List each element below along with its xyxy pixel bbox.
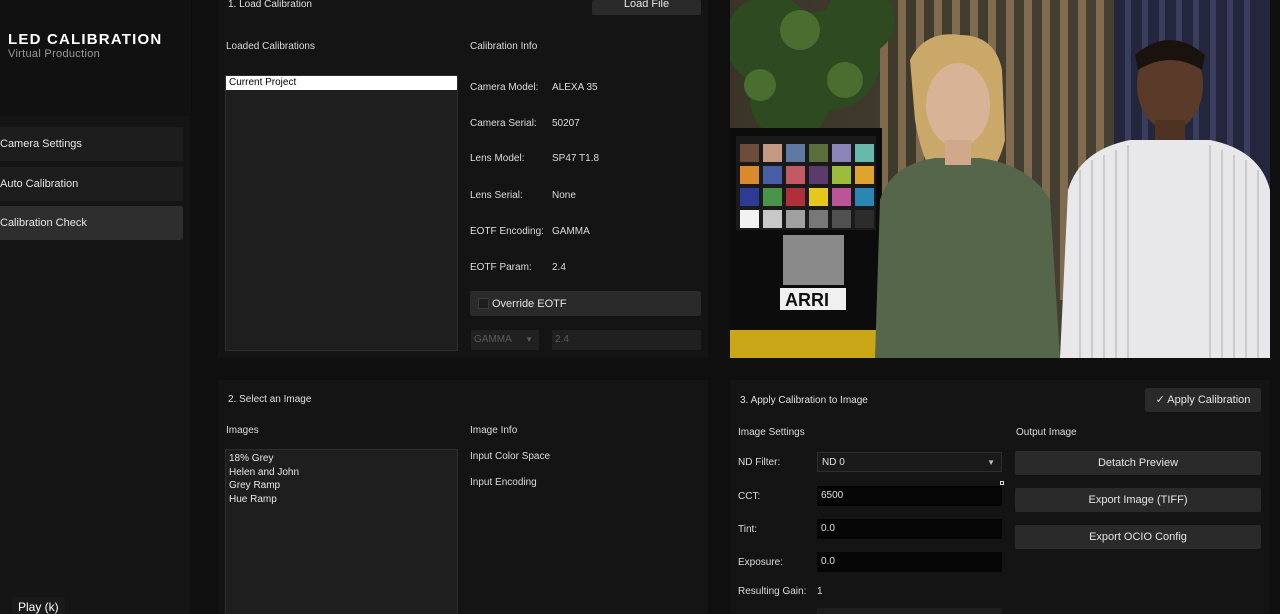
nd-filter-value: ND 0 [822, 457, 845, 468]
loaded-calibrations-list[interactable]: Current Project [225, 75, 458, 351]
camera-model-value: ALEXA 35 [552, 82, 598, 93]
chevron-down-icon: ▼ [987, 458, 995, 467]
output-image-label: Output Image [1016, 427, 1077, 438]
eotf-param-value: 2.4 [552, 262, 566, 273]
image-settings-label: Image Settings [738, 427, 805, 438]
eotf-encoding-key: EOTF Encoding: [470, 226, 544, 237]
resulting-gain-value: 1 [817, 586, 823, 597]
load-file-button[interactable]: Load File [592, 0, 701, 15]
input-encoding-label: Input Encoding [470, 477, 537, 488]
images-label: Images [226, 425, 259, 436]
camera-serial-value: 50207 [552, 118, 580, 129]
image-info-label: Image Info [470, 425, 518, 436]
loaded-calibrations-label: Loaded Calibrations [226, 41, 315, 52]
nd-filter-label: ND Filter: [738, 457, 781, 468]
exposure-input[interactable]: 0.0 [817, 552, 1002, 572]
camera-model-key: Camera Model: [470, 82, 539, 93]
detatch-preview-button[interactable]: Detatch Preview [1015, 451, 1261, 475]
eotf-param-key: EOTF Param: [470, 262, 532, 273]
arri-logo: ARRI [785, 290, 829, 310]
lens-serial-value: None [552, 190, 576, 201]
preview-image: ARRI [730, 0, 1270, 358]
load-calibration-title: 1. Load Calibration [228, 0, 312, 10]
chevron-down-icon: ▼ [525, 335, 533, 344]
calibration-info-label: Calibration Info [470, 41, 538, 52]
lens-model-value: SP47 T1.8 [552, 153, 600, 164]
cct-input[interactable]: 6500 [817, 486, 1002, 506]
list-item[interactable]: 18% Grey [226, 452, 457, 466]
images-list[interactable]: 18% Grey Helen and John Grey Ramp Hue Ra… [225, 449, 458, 614]
app-subtitle: Virtual Production [8, 48, 101, 60]
resulting-gain-label: Resulting Gain: [738, 586, 807, 597]
eotf-select-value: GAMMA [474, 334, 512, 345]
eotf-encoding-value: GAMMA [552, 226, 590, 237]
input-color-space-label: Input Color Space [470, 451, 551, 462]
tint-label: Tint: [738, 524, 758, 535]
list-item[interactable]: Current Project [226, 76, 457, 90]
tint-input[interactable]: 0.0 [817, 519, 1002, 539]
override-eotf-label: Override EOTF [492, 298, 567, 310]
exposure-label: Exposure: [738, 557, 784, 568]
list-item[interactable]: Helen and John [226, 466, 457, 480]
eotf-param-input[interactable]: 2.4 [552, 330, 701, 350]
export-ocio-button[interactable]: Export OCIO Config [1015, 525, 1261, 549]
next-field-edge [817, 608, 1002, 614]
list-item[interactable]: Grey Ramp [226, 479, 457, 493]
apply-calibration-title: 3. Apply Calibration to Image [740, 395, 868, 406]
nd-filter-select[interactable]: ND 0 ▼ [817, 452, 1002, 472]
apply-calibration-button[interactable]: ✓ Apply Calibration [1145, 388, 1261, 412]
override-eotf-checkbox[interactable]: Override EOTF [470, 291, 701, 316]
resize-handle[interactable] [1000, 481, 1004, 485]
camera-serial-key: Camera Serial: [470, 118, 537, 129]
select-image-title: 2. Select an Image [228, 394, 312, 405]
lens-model-key: Lens Model: [470, 153, 525, 164]
cct-label: CCT: [738, 491, 761, 502]
sidebar-item-auto-calibration[interactable]: Auto Calibration [0, 167, 183, 201]
lens-serial-key: Lens Serial: [470, 190, 523, 201]
eotf-encoding-select[interactable]: GAMMA ▼ [471, 330, 539, 350]
export-tiff-button[interactable]: Export Image (TIFF) [1015, 488, 1261, 512]
play-tooltip: Play (k) [12, 597, 65, 614]
app-title: LED CALIBRATION [8, 31, 163, 48]
sidebar-item-camera-settings[interactable]: Camera Settings [0, 127, 183, 161]
list-item[interactable]: Hue Ramp [226, 493, 457, 507]
checkbox-box[interactable] [478, 298, 489, 309]
sidebar-item-calibration-check[interactable]: Calibration Check [0, 206, 183, 240]
